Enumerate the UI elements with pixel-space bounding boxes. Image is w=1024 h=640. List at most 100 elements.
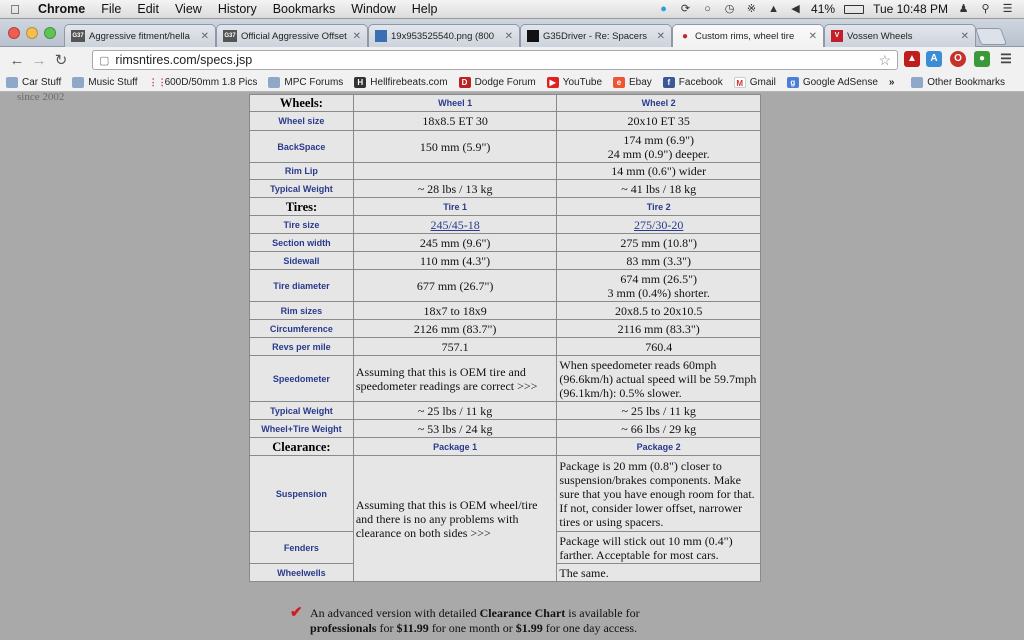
table-row: Wheel size 18x8.5 ET 30 20x10 ET 35 [249, 111, 761, 131]
tires-section-label: Tires: [249, 197, 354, 216]
clearance-section-label: Clearance: [249, 437, 354, 456]
url-text[interactable]: rimsntires.com/specs.jsp [115, 53, 252, 67]
bookmark-facebook[interactable]: f Facebook [662, 76, 723, 88]
tab-png-image[interactable]: 19x953525540.png (800 ✕ [368, 24, 520, 47]
bookmark-hellfirebeats[interactable]: H Hellfirebeats.com [354, 76, 448, 88]
clearance-chart-text: Clearance Chart [479, 606, 566, 620]
bookmark-car-stuff[interactable]: Car Stuff [6, 76, 61, 88]
wheel-1-value [352, 162, 558, 180]
extension-red-icon[interactable]: ▲ [904, 51, 920, 67]
battery-percent[interactable]: 41% [811, 2, 835, 16]
sync-icon[interactable]: ⟳ [679, 3, 692, 15]
row-label: Tire diameter [249, 269, 354, 302]
translate-extension-icon[interactable]: A [926, 51, 942, 67]
volume-icon[interactable]: ◀ [789, 3, 802, 15]
tab-official-aggressive-offset[interactable]: G37 Official Aggressive Offset ✕ [216, 24, 368, 47]
backspace-value: 174 mm (6.9") [623, 132, 694, 147]
zoom-window-icon[interactable] [44, 27, 56, 39]
tab-custom-rims-active[interactable]: ● Custom rims, wheel tire ✕ [672, 24, 824, 48]
menu-file[interactable]: File [93, 2, 129, 16]
bluetooth-icon[interactable]: ※ [745, 3, 758, 15]
time-machine-icon[interactable]: ◷ [723, 3, 736, 15]
row-label: Revs per mile [249, 337, 354, 356]
tire-1-value: ~ 25 lbs / 11 kg [352, 401, 558, 420]
notification-list-icon[interactable]: ☰ [1001, 3, 1014, 15]
bookmark-google-adsense[interactable]: g Google AdSense [786, 76, 878, 88]
car-favicon-icon: ● [681, 30, 689, 42]
close-window-icon[interactable] [8, 27, 20, 39]
g37-favicon-icon: G37 [223, 30, 237, 42]
tire-2-value: 2116 mm (83.3") [556, 319, 761, 338]
row-label: Sidewall [249, 251, 354, 270]
chrome-menu-icon[interactable]: ☰ [998, 51, 1014, 67]
table-row: Section width 245 mm (9.6") 275 mm (10.8… [249, 233, 761, 252]
tire-1-size-link[interactable]: 245/45-18 [430, 218, 479, 232]
menu-history[interactable]: History [210, 2, 265, 16]
row-label: Typical Weight [249, 179, 354, 198]
tab-title: Vossen Wheels [847, 30, 913, 42]
minimize-window-icon[interactable] [26, 27, 38, 39]
clock[interactable]: Tue 10:48 PM [873, 2, 948, 16]
spotlight-search-icon[interactable]: ⚲ [979, 3, 992, 15]
close-tab-icon[interactable]: ✕ [961, 31, 969, 42]
bookmark-label: YouTube [562, 76, 602, 88]
note-text: is available for [565, 606, 640, 620]
wifi-icon[interactable]: ▲ [767, 3, 780, 15]
menu-app-chrome[interactable]: Chrome [30, 2, 93, 16]
bookmark-600d-pics[interactable]: ⋮⋮ 600D/50mm 1.8 Pics [149, 77, 258, 88]
table-row: Rim sizes 18x7 to 18x9 20x8.5 to 20x10.5 [249, 301, 761, 320]
menu-help[interactable]: Help [404, 2, 446, 16]
menu-view[interactable]: View [167, 2, 210, 16]
opera-extension-icon[interactable]: O [950, 51, 966, 67]
twitter-icon[interactable]: ● [657, 3, 670, 15]
diameter-diff: 3 mm (0.4%) shorter. [607, 285, 710, 300]
tab-vossen-wheels[interactable]: V Vossen Wheels ✕ [824, 24, 976, 47]
user-icon[interactable]: ♟ [957, 3, 970, 15]
bookmark-mpc-forums[interactable]: MPC Forums [268, 76, 343, 88]
bookmark-dodge-forum[interactable]: D Dodge Forum [458, 76, 536, 88]
g37-favicon-icon: G37 [71, 30, 85, 42]
new-tab-button[interactable] [974, 28, 1008, 45]
row-label: Wheel+Tire Weight [249, 419, 354, 438]
battery-icon[interactable] [844, 4, 865, 14]
tab-aggressive-fitment[interactable]: G37 Aggressive fitment/hella ✕ [64, 24, 216, 47]
window-controls [8, 27, 56, 39]
wheel-2-value: 20x10 ET 35 [556, 111, 761, 131]
row-label: Wheel size [249, 111, 354, 131]
bookmark-music-stuff[interactable]: Music Stuff [72, 76, 138, 88]
tire-1-header: Tire 1 [352, 197, 558, 216]
page-content: since 2002 Wheels: Wheel 1 Wheel 2 Wheel… [0, 92, 1024, 640]
close-tab-icon[interactable]: ✕ [201, 31, 209, 42]
reload-icon[interactable]: ↻ [50, 51, 72, 69]
bookmark-ebay[interactable]: e Ebay [613, 76, 652, 88]
forward-arrow-icon[interactable]: → [28, 52, 50, 69]
close-tab-icon[interactable]: ✕ [353, 31, 361, 42]
bookmarks-overflow-button[interactable]: » [889, 77, 895, 88]
row-label: Speedometer [249, 355, 354, 402]
hellfire-icon: H [354, 76, 367, 88]
close-tab-icon[interactable]: ✕ [505, 31, 513, 42]
note-text: An advanced version with detailed [310, 606, 480, 620]
table-row: Wheel+Tire Weight ~ 53 lbs / 24 kg ~ 66 … [249, 419, 761, 438]
menu-window[interactable]: Window [343, 2, 403, 16]
bookmark-gmail[interactable]: M Gmail [733, 76, 776, 88]
row-label: Tire size [249, 215, 354, 234]
g35-favicon-icon [527, 30, 539, 42]
menu-bookmarks[interactable]: Bookmarks [265, 2, 344, 16]
bookmark-other-bookmarks[interactable]: Other Bookmarks [911, 76, 1005, 88]
pin-icon[interactable]: ○ [701, 3, 714, 15]
close-tab-icon[interactable]: ✕ [809, 31, 817, 42]
address-bar[interactable]: ▢ rimsntires.com/specs.jsp ☆ [92, 50, 898, 70]
tab-g35driver[interactable]: G35Driver - Re: Spacers ✕ [520, 24, 672, 47]
menu-edit[interactable]: Edit [129, 2, 167, 16]
tire-1-value: 2126 mm (83.7") [352, 319, 558, 338]
green-extension-icon[interactable]: ● [974, 51, 990, 67]
close-tab-icon[interactable]: ✕ [657, 31, 665, 42]
apple-menu-icon[interactable]:  [0, 2, 30, 17]
wheel-2-value: 14 mm (0.6") wider [556, 162, 761, 180]
tire-2-size-link[interactable]: 275/30-20 [634, 218, 683, 232]
tire-2-header: Tire 2 [556, 197, 761, 216]
back-arrow-icon[interactable]: ← [6, 52, 28, 69]
bookmark-star-icon[interactable]: ☆ [878, 52, 891, 69]
bookmark-youtube[interactable]: ▶ YouTube [546, 76, 602, 88]
